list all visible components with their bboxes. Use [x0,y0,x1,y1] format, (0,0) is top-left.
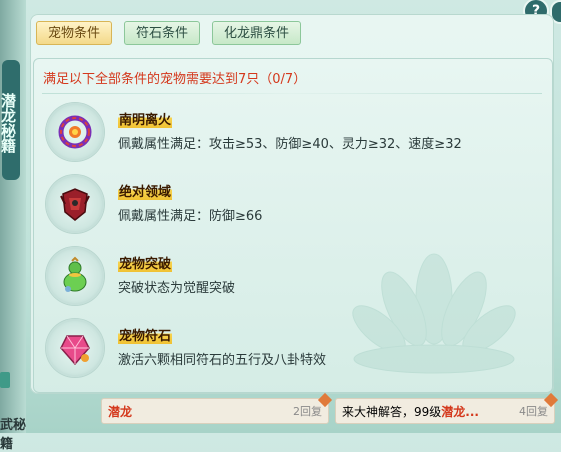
condition-icon-frame[interactable] [46,175,104,233]
condition-icon-frame[interactable] [46,247,104,305]
side-tab[interactable] [0,372,10,388]
condition-desc: 激活六颗相同符石的五行及八卦特效 [118,353,327,368]
tab-dragon-cauldron-conditions[interactable]: 化龙鼎条件 [212,21,302,45]
condition-title: 南明离火 [118,109,173,128]
chat-message[interactable]: 潜龙 2回复 [101,392,333,424]
reply-count: 2回复 [293,405,322,418]
condition-item: 宠物突破 突破状态为觉醒突破 [46,247,526,311]
tab-pet-conditions[interactable]: 宠物条件 [36,21,113,45]
chat-player-name[interactable]: 潜龙... [441,405,479,419]
side-title: 潜龙秘籍 [0,60,20,180]
condition-title: 宠物突破 [118,253,173,272]
condition-item: 南明离火 佩戴属性满足：攻击≥53、防御≥40、灵力≥32、速度≥32 [46,103,526,167]
condition-icon-frame[interactable] [46,319,104,377]
bottom-left-text: 武秘籍 [0,418,27,452]
condition-desc: 佩戴属性满足：防御≥66 [118,209,263,224]
chat-player-name[interactable]: 潜龙 [108,405,132,419]
chat-bar: 潜龙 2回复 来大神解答，99级潜龙... 4回复 [95,392,561,433]
conditions-list-area: 满足以下全部条件的宠物需要达到7只（0/7） 南明离火 佩戴属性满足：攻击≥53… [33,58,553,393]
gourd-icon [63,256,87,292]
conditions-panel: 宠物条件 符石条件 化龙鼎条件 满足以下全部条件的宠物需要达到7只（0/7） 南… [30,14,554,394]
condition-requirement-text: 满足以下全部条件的宠物需要达到7只（0/7） [43,72,307,87]
condition-desc: 佩戴属性满足：攻击≥53、防御≥40、灵力≥32、速度≥32 [118,137,462,152]
gem-icon [60,335,90,366]
chat-message[interactable]: 来大神解答，99级潜龙... 4回复 [335,392,559,424]
condition-tabs: 宠物条件 符石条件 化龙鼎条件 [36,21,302,45]
condition-icon-frame[interactable] [46,103,104,161]
condition-item: 宠物符石 激活六颗相同符石的五行及八卦特效 [46,319,526,383]
background-left-strip: 潜龙秘籍 武秘籍 [0,0,26,452]
divider [42,93,542,94]
condition-title: 宠物符石 [118,325,173,344]
condition-title: 绝对领域 [118,181,173,200]
reply-count: 4回复 [519,405,548,418]
condition-desc: 突破状态为觉醒突破 [118,281,236,296]
chat-text: 来大神解答，99级 [342,405,442,419]
condition-item: 绝对领域 佩戴属性满足：防御≥66 [46,175,526,239]
armor-icon [60,188,90,221]
tab-rune-conditions[interactable]: 符石条件 [124,21,201,45]
ring-icon [58,115,92,149]
